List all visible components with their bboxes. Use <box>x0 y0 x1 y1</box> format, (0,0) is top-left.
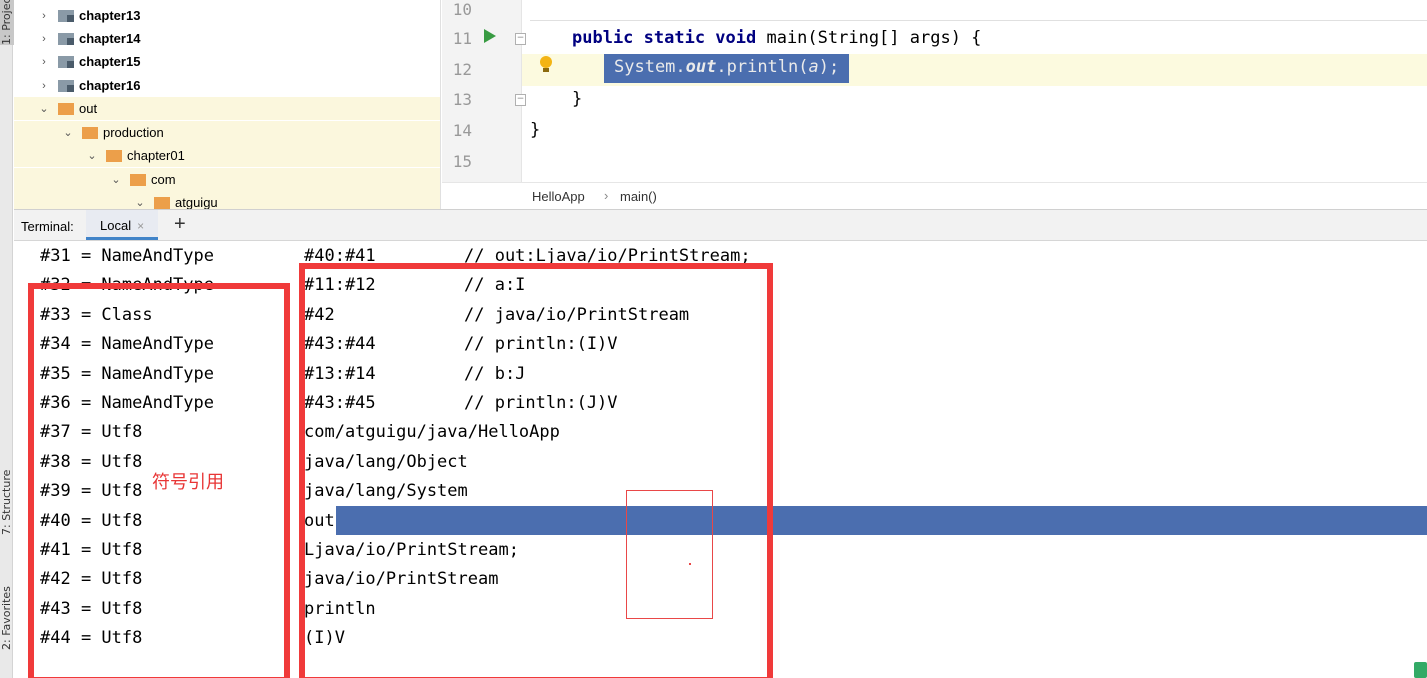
method-separator <box>530 20 1427 21</box>
line-number: 12 <box>452 60 472 79</box>
code-line-13: } <box>572 89 583 109</box>
excluded-folder-icon <box>106 149 122 162</box>
tree-item-chapter13[interactable]: › chapter13 <box>14 4 440 27</box>
code-text: ); <box>818 57 840 77</box>
chevron-right-icon[interactable]: › <box>38 56 50 68</box>
code-line-11: public static void main(String[] args) { <box>572 28 981 48</box>
chevron-right-icon[interactable]: › <box>38 10 50 22</box>
tree-item-production[interactable]: ⌄ production <box>14 121 440 144</box>
tree-item-label: atguigu <box>175 195 218 209</box>
excluded-folder-icon <box>58 102 74 115</box>
tree-item-label: com <box>151 172 176 187</box>
project-tool-tab[interactable]: 1: Project <box>0 0 14 45</box>
tree-item-chapter01[interactable]: ⌄ chapter01 <box>14 144 440 167</box>
line-number: 10 <box>452 0 472 19</box>
tree-item-chapter16[interactable]: › chapter16 <box>14 74 440 97</box>
module-folder-icon <box>58 9 74 22</box>
tree-item-label: chapter01 <box>127 148 185 163</box>
tree-item-label: chapter16 <box>79 78 141 93</box>
status-indicator-icon <box>1414 662 1427 678</box>
code-line-14: } <box>530 120 541 140</box>
module-folder-icon <box>58 55 74 68</box>
chevron-down-icon[interactable]: ⌄ <box>38 102 50 115</box>
chevron-down-icon[interactable]: ⌄ <box>86 149 98 162</box>
tree-item-label: production <box>103 125 164 140</box>
terminal-label: Terminal: <box>21 219 74 234</box>
line-number: 11 <box>452 29 472 48</box>
static-field: out <box>685 57 717 77</box>
code-text: System. <box>614 57 686 77</box>
lightbulb-icon[interactable] <box>539 56 553 74</box>
chevron-down-icon[interactable]: ⌄ <box>62 126 74 139</box>
tree-item-label: chapter14 <box>79 31 141 46</box>
tab-local[interactable]: Local × <box>86 210 159 240</box>
fold-icon[interactable]: − <box>515 33 526 45</box>
chevron-down-icon[interactable]: ⌄ <box>134 196 146 209</box>
tree-item-chapter14[interactable]: › chapter14 <box>14 27 440 50</box>
annotation-label: 符号引用 <box>152 472 224 493</box>
breadcrumb-method[interactable]: main() <box>620 189 657 204</box>
add-tab-button[interactable]: + <box>174 213 186 236</box>
keywords: public static void <box>572 28 757 48</box>
tree-item-label: chapter15 <box>79 54 141 69</box>
code-editor[interactable]: 10 11 12 13 14 15 − − public static void… <box>442 0 1427 209</box>
module-folder-icon <box>58 79 74 92</box>
editor-gutter: 10 11 12 13 14 15 − − <box>442 0 526 182</box>
module-folder-icon <box>58 32 74 45</box>
constant-index: #31 = NameAndType <box>40 246 214 266</box>
terminal-toolbar: Terminal: Local × + <box>14 209 1427 241</box>
structure-tool-tab[interactable]: 7: Structure <box>0 440 14 535</box>
line-number: 15 <box>452 152 472 171</box>
tree-item-com[interactable]: ⌄ com <box>14 168 440 191</box>
project-tree: › chapter13 › chapter14 › chapter15 › ch… <box>14 0 441 209</box>
selected-code[interactable]: System.out.println(a); <box>604 54 850 83</box>
code-arg: a <box>808 57 819 77</box>
tree-item-chapter15[interactable]: › chapter15 <box>14 50 440 73</box>
tree-item-label: chapter13 <box>79 8 141 23</box>
run-icon[interactable] <box>484 29 496 43</box>
chevron-right-icon[interactable]: › <box>38 80 50 92</box>
tree-item-out[interactable]: ⌄ out <box>14 97 440 120</box>
annotation-thin-box <box>626 490 713 619</box>
breadcrumb-class[interactable]: HelloApp <box>532 189 585 204</box>
line-number: 14 <box>452 121 472 140</box>
fold-icon[interactable]: − <box>515 94 526 106</box>
tool-window-strip: 1: Project 7: Structure 2: Favorites <box>0 0 14 678</box>
breadcrumb-separator: › <box>604 188 609 203</box>
tree-item-label: out <box>79 101 98 116</box>
tree-item-atguigu[interactable]: ⌄ atguigu <box>14 191 440 209</box>
excluded-folder-icon <box>154 196 170 209</box>
code-text: .println( <box>716 57 809 77</box>
chevron-right-icon[interactable]: › <box>38 33 50 45</box>
code-text: main(String[] args) { <box>756 28 982 48</box>
line-number: 13 <box>452 90 472 109</box>
tab-label: Local <box>100 218 132 233</box>
excluded-folder-icon <box>130 173 146 186</box>
annotation-dot <box>689 563 691 565</box>
favorites-tool-tab[interactable]: 2: Favorites <box>0 560 14 650</box>
close-icon[interactable]: × <box>137 219 144 233</box>
excluded-folder-icon <box>82 126 98 139</box>
breadcrumb: HelloApp › main() <box>442 182 1427 209</box>
chevron-down-icon[interactable]: ⌄ <box>110 173 122 186</box>
